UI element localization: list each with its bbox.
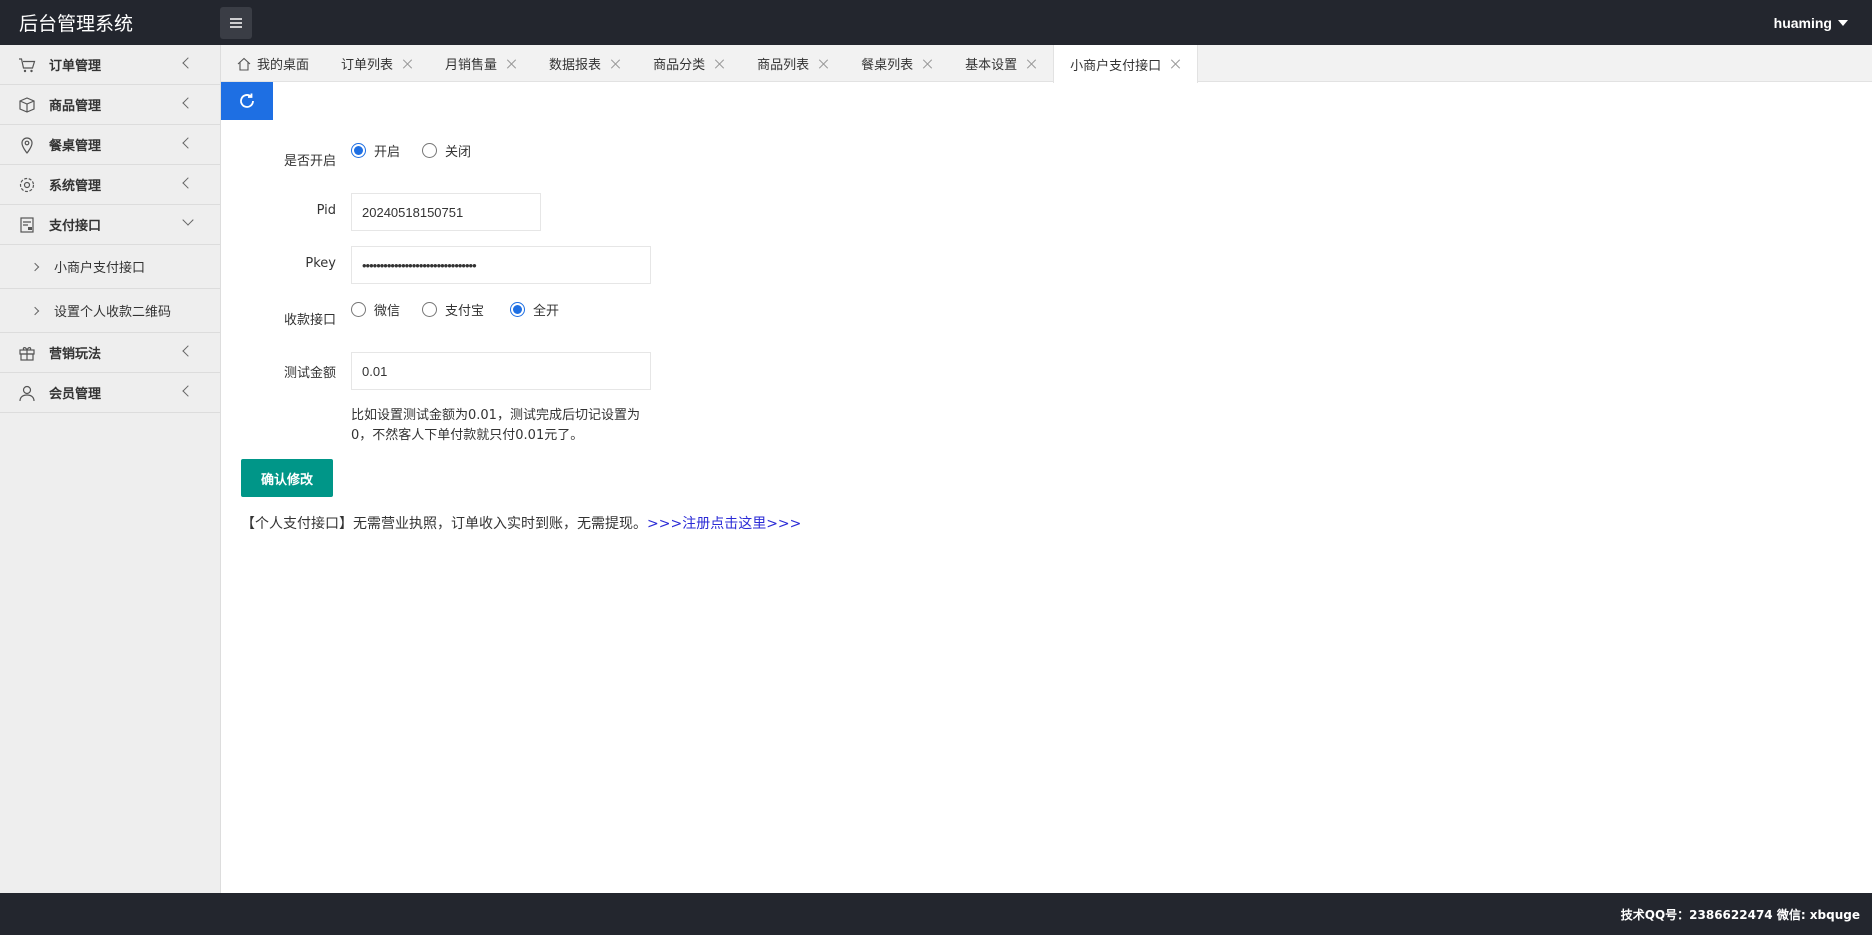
sidebar-item-label: 餐桌管理 — [49, 139, 102, 154]
username: huaming — [1773, 14, 1832, 31]
tab-merchant-payment[interactable]: 小商户支付接口 — [1053, 45, 1199, 83]
pkey-label: Pkey — [305, 256, 336, 271]
enable-on-radio[interactable]: 开启 — [351, 141, 400, 160]
sidebar-item-payment[interactable]: 支付接口 — [0, 205, 220, 245]
tab-label: 商品列表 — [757, 58, 810, 73]
chevron-left-icon — [182, 345, 194, 357]
amount-hint: 比如设置测试金额为0.01，测试完成后切记设置为0，不然客人下单付款就只付0.0… — [351, 408, 640, 443]
hamburger-icon — [230, 17, 242, 28]
sidebar-subitem-merchant-payment[interactable]: 小商户支付接口 — [0, 245, 220, 289]
amount-label: 测试金额 — [283, 366, 336, 381]
confirm-button[interactable]: 确认修改 — [241, 459, 333, 497]
gear-icon — [18, 176, 36, 194]
chevron-left-icon — [182, 385, 194, 397]
box-icon — [18, 96, 36, 114]
sidebar-item-label: 营销玩法 — [49, 347, 102, 362]
close-icon[interactable] — [611, 59, 621, 69]
chevron-left-icon — [182, 97, 194, 109]
close-icon[interactable] — [923, 59, 933, 69]
close-icon[interactable] — [403, 59, 413, 69]
promo-text: 【个人支付接口】无需营业执照，订单收入实时到账，无需提现。 — [241, 516, 647, 532]
user-icon — [18, 384, 36, 402]
location-icon — [18, 136, 36, 154]
promo-note: 【个人支付接口】无需营业执照，订单收入实时到账，无需提现。>>>注册点击这里>>… — [241, 513, 801, 533]
pid-label: Pid — [316, 203, 336, 218]
register-link[interactable]: >>>注册点击这里>>> — [647, 516, 801, 532]
sidebar-item-label: 支付接口 — [49, 219, 102, 234]
tab-product-category[interactable]: 商品分类 — [637, 45, 741, 82]
chevron-left-icon — [182, 137, 194, 149]
gift-icon — [18, 344, 36, 362]
channel-all-radio[interactable]: 全开 — [510, 300, 559, 319]
sidebar-item-label: 会员管理 — [49, 387, 102, 402]
tab-bar: 我的桌面 订单列表 月销售量 数据报表 商品分类 商品列表 餐桌列表 基本设置 … — [221, 45, 1872, 83]
tab-table-list[interactable]: 餐桌列表 — [845, 45, 949, 82]
tab-label: 基本设置 — [965, 58, 1018, 73]
chevron-down-icon — [182, 214, 194, 226]
tab-label: 数据报表 — [549, 58, 602, 73]
tab-label: 订单列表 — [341, 58, 394, 73]
tab-label: 小商户支付接口 — [1070, 58, 1162, 74]
tab-label: 月销售量 — [445, 58, 498, 73]
enable-label: 是否开启 — [283, 154, 336, 169]
tab-label: 商品分类 — [653, 58, 706, 73]
sidebar-subitem-qrcode[interactable]: 设置个人收款二维码 — [0, 289, 220, 333]
sidebar-item-tables[interactable]: 餐桌管理 — [0, 125, 220, 165]
caret-down-icon — [1838, 19, 1848, 26]
pid-input[interactable]: 20240518150751 — [351, 193, 541, 231]
close-icon[interactable] — [1027, 59, 1037, 69]
tab-basic-settings[interactable]: 基本设置 — [949, 45, 1053, 82]
home-icon — [237, 57, 251, 71]
pkey-input[interactable]: •••••••••••••••••••••••••••••••• — [351, 246, 651, 284]
payment-icon — [18, 216, 36, 234]
sidebar: 订单管理 商品管理 餐桌管理 系统管理 支付接口 小商户支付接口 设置个人收款二… — [0, 45, 221, 893]
chevron-right-icon — [30, 306, 40, 315]
tab-data-report[interactable]: 数据报表 — [533, 45, 637, 82]
close-icon[interactable] — [507, 59, 517, 69]
chevron-left-icon — [182, 177, 194, 189]
sidebar-subitem-label: 设置个人收款二维码 — [54, 305, 172, 320]
channel-label: 收款接口 — [283, 313, 336, 328]
tab-label: 餐桌列表 — [861, 58, 914, 73]
tab-monthly-sales[interactable]: 月销售量 — [429, 45, 533, 82]
tab-desktop[interactable]: 我的桌面 — [221, 45, 325, 82]
close-icon[interactable] — [819, 59, 829, 69]
tab-label: 我的桌面 — [257, 58, 310, 73]
close-icon[interactable] — [715, 59, 725, 69]
channel-wechat-radio[interactable]: 微信 — [351, 300, 400, 319]
sidebar-item-marketing[interactable]: 营销玩法 — [0, 333, 220, 373]
enable-off-radio[interactable]: 关闭 — [422, 141, 471, 160]
chevron-left-icon — [182, 57, 194, 69]
channel-alipay-radio[interactable]: 支付宝 — [422, 300, 484, 319]
sidebar-item-label: 系统管理 — [49, 179, 102, 194]
chevron-right-icon — [30, 262, 40, 271]
sidebar-item-orders[interactable]: 订单管理 — [0, 45, 220, 85]
sidebar-item-members[interactable]: 会员管理 — [0, 373, 220, 413]
close-icon[interactable] — [1171, 59, 1181, 69]
app-title: 后台管理系统 — [19, 13, 134, 35]
sidebar-item-label: 商品管理 — [49, 99, 102, 114]
tab-order-list[interactable]: 订单列表 — [325, 45, 429, 82]
cart-icon — [18, 56, 36, 74]
user-menu[interactable]: huaming — [1774, 0, 1848, 45]
menu-toggle-button[interactable] — [220, 6, 252, 39]
amount-input[interactable]: 0.01 — [351, 352, 651, 390]
footer: 技术QQ号：2386622474 微信: xbquge — [0, 893, 1872, 935]
top-header: 后台管理系统 huaming — [0, 0, 1872, 45]
refresh-icon — [240, 93, 254, 108]
sidebar-item-label: 订单管理 — [49, 59, 102, 74]
footer-contact: 技术QQ号：2386622474 微信: xbquge — [1620, 907, 1860, 922]
sidebar-subitem-label: 小商户支付接口 — [54, 261, 146, 276]
sidebar-item-products[interactable]: 商品管理 — [0, 85, 220, 125]
sidebar-item-system[interactable]: 系统管理 — [0, 165, 220, 205]
refresh-button[interactable] — [221, 82, 273, 120]
tab-product-list[interactable]: 商品列表 — [741, 45, 845, 82]
